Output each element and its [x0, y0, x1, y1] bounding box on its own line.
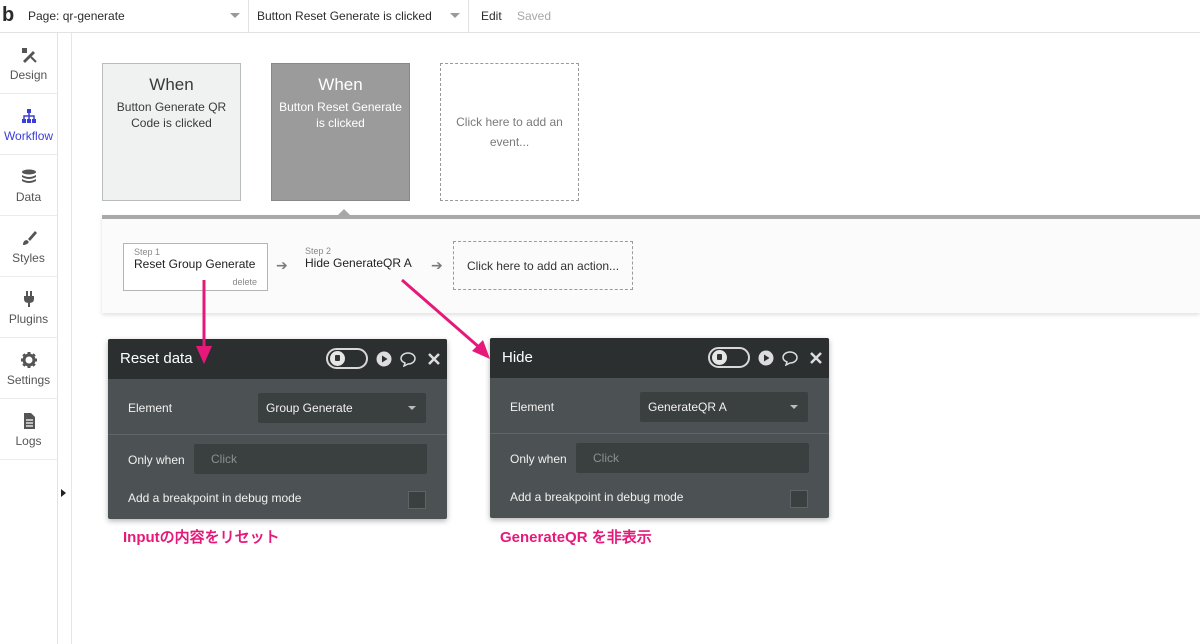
annotation-arrows [196, 278, 490, 364]
annotation-arrow-2 [401, 278, 490, 359]
annotation-note-reset: Inputの内容をリセット [123, 529, 280, 546]
annotation-arrow-1 [196, 280, 212, 364]
annotation-note-hide: GenerateQR を非表示 [500, 529, 652, 546]
